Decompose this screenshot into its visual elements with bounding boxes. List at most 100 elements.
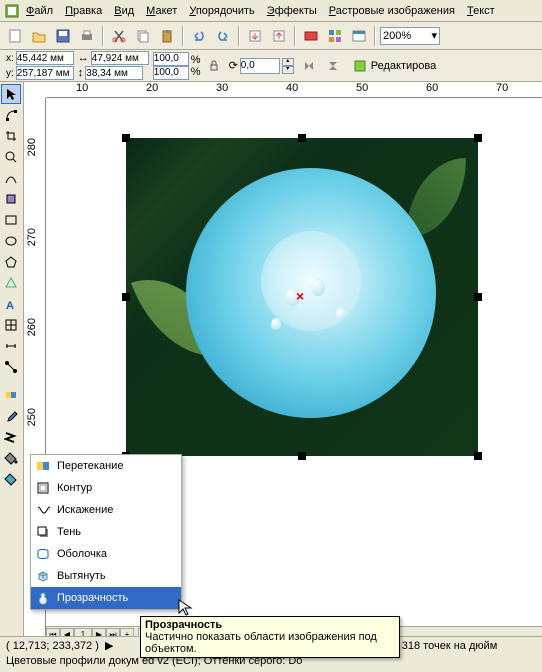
- new-icon[interactable]: [4, 25, 26, 47]
- edit-bitmap-label: Редактирова: [371, 60, 436, 72]
- smart-fill-tool[interactable]: [1, 189, 21, 209]
- open-icon[interactable]: [28, 25, 50, 47]
- menu-edit[interactable]: Правка: [59, 3, 108, 19]
- menu-contour-label: Контур: [57, 482, 92, 494]
- paste-icon[interactable]: [156, 25, 178, 47]
- h-input[interactable]: [85, 66, 143, 80]
- cut-icon[interactable]: [108, 25, 130, 47]
- menu-blend[interactable]: Перетекание: [31, 455, 181, 477]
- fill-tool[interactable]: [1, 448, 21, 468]
- zoom-tool[interactable]: [1, 147, 21, 167]
- rotate-icon: ⟳: [229, 59, 238, 72]
- menu-bar: ФФайлайл Правка Вид Макет Упорядочить Эф…: [0, 0, 542, 22]
- menu-transparency[interactable]: Прозрачность: [31, 587, 181, 609]
- y-lbl: y:: [6, 68, 14, 79]
- distort-icon: [35, 502, 51, 518]
- menu-shadow-label: Тень: [57, 526, 81, 538]
- blend-tool[interactable]: [1, 385, 21, 405]
- rectangle-tool[interactable]: [1, 210, 21, 230]
- menu-arrange[interactable]: Упорядочить: [183, 3, 260, 19]
- cursor-position: ( 12,713; 233,372 ): [6, 640, 99, 652]
- effects-flyout-menu: Перетекание Контур Искажение Тень Оболоч…: [30, 454, 182, 610]
- eyedropper-tool[interactable]: [1, 406, 21, 426]
- import-icon[interactable]: [244, 25, 266, 47]
- svg-text:A: A: [6, 300, 14, 311]
- publish-icon[interactable]: [300, 25, 322, 47]
- basic-shapes-tool[interactable]: [1, 273, 21, 293]
- redo-icon[interactable]: [212, 25, 234, 47]
- menu-distort[interactable]: Искажение: [31, 499, 181, 521]
- menu-bitmaps[interactable]: Растровые изображения: [323, 3, 461, 19]
- blend-icon: [35, 458, 51, 474]
- interactive-fill-tool[interactable]: [1, 469, 21, 489]
- tooltip-body: Частично показать области изображения по…: [145, 631, 395, 655]
- mirror-h-icon[interactable]: [298, 55, 320, 77]
- crop-tool[interactable]: [1, 126, 21, 146]
- selection-handle[interactable]: [298, 134, 306, 142]
- menu-blend-label: Перетекание: [57, 460, 123, 472]
- tooltip-title: Прозрачность: [145, 619, 395, 631]
- connector-tool[interactable]: [1, 357, 21, 377]
- menu-shadow[interactable]: Тень: [31, 521, 181, 543]
- percent-label: %%: [191, 54, 201, 78]
- property-bar-row: x: y: ↔ ↕ %% ⟳ ▴▾ Редактирова: [0, 50, 542, 82]
- menu-transparency-label: Прозрачность: [57, 592, 128, 604]
- selection-center-icon[interactable]: ×: [296, 288, 304, 304]
- menu-envelope-label: Оболочка: [57, 548, 107, 560]
- w-input[interactable]: [91, 51, 149, 65]
- menu-effects[interactable]: Эффекты: [261, 3, 323, 19]
- welcome-icon[interactable]: [348, 25, 370, 47]
- shape-tool[interactable]: [1, 105, 21, 125]
- pick-tool[interactable]: [1, 84, 21, 104]
- undo-icon[interactable]: [188, 25, 210, 47]
- menu-text[interactable]: Текст: [461, 3, 501, 19]
- print-icon[interactable]: [76, 25, 98, 47]
- scale-y-input[interactable]: [153, 66, 189, 80]
- shadow-icon: [35, 524, 51, 540]
- dimension-tool[interactable]: [1, 336, 21, 356]
- text-tool[interactable]: A: [1, 294, 21, 314]
- extrude-icon: [35, 568, 51, 584]
- edit-bitmap-button[interactable]: Редактирова: [348, 55, 441, 77]
- save-icon[interactable]: [52, 25, 74, 47]
- transparency-icon: [35, 590, 51, 606]
- selection-handle[interactable]: [474, 293, 482, 301]
- x-input[interactable]: [16, 51, 74, 65]
- selection-handle[interactable]: [122, 134, 130, 142]
- menu-layout[interactable]: Макет: [140, 3, 183, 19]
- zoom-combo[interactable]: 200%▾: [380, 27, 440, 45]
- selection-handle[interactable]: [122, 293, 130, 301]
- menu-contour[interactable]: Контур: [31, 477, 181, 499]
- app-launcher-icon[interactable]: [324, 25, 346, 47]
- selection-handle[interactable]: [474, 452, 482, 460]
- menu-envelope[interactable]: Оболочка: [31, 543, 181, 565]
- app-icon: [4, 3, 20, 19]
- menu-extrude-label: Вытянуть: [57, 570, 106, 582]
- menu-extrude[interactable]: Вытянуть: [31, 565, 181, 587]
- rotation-input[interactable]: [240, 58, 280, 74]
- x-lbl: x:: [6, 53, 14, 64]
- height-icon: ↕: [78, 67, 84, 79]
- y-input[interactable]: [16, 66, 74, 80]
- lock-ratio-icon[interactable]: [203, 55, 225, 77]
- rotation-spinner[interactable]: ▴▾: [282, 58, 294, 74]
- zoom-value: 200%: [383, 30, 411, 42]
- ellipse-tool[interactable]: [1, 231, 21, 251]
- selection-handle[interactable]: [474, 134, 482, 142]
- outline-tool[interactable]: [1, 427, 21, 447]
- mirror-v-icon[interactable]: [322, 55, 344, 77]
- freehand-tool[interactable]: [1, 168, 21, 188]
- scale-x-input[interactable]: [153, 52, 189, 66]
- menu-file[interactable]: ФФайлайл: [20, 3, 59, 19]
- menu-distort-label: Искажение: [57, 504, 113, 516]
- menu-view[interactable]: Вид: [108, 3, 140, 19]
- copy-icon[interactable]: [132, 25, 154, 47]
- polygon-tool[interactable]: [1, 252, 21, 272]
- toolbox: A: [0, 82, 24, 642]
- tooltip: Прозрачность Частично показать области и…: [140, 616, 400, 658]
- horizontal-ruler[interactable]: 102030 40506070: [46, 82, 542, 98]
- selection-handle[interactable]: [298, 452, 306, 460]
- width-icon: ↔: [78, 52, 89, 64]
- export-icon[interactable]: [268, 25, 290, 47]
- table-tool[interactable]: [1, 315, 21, 335]
